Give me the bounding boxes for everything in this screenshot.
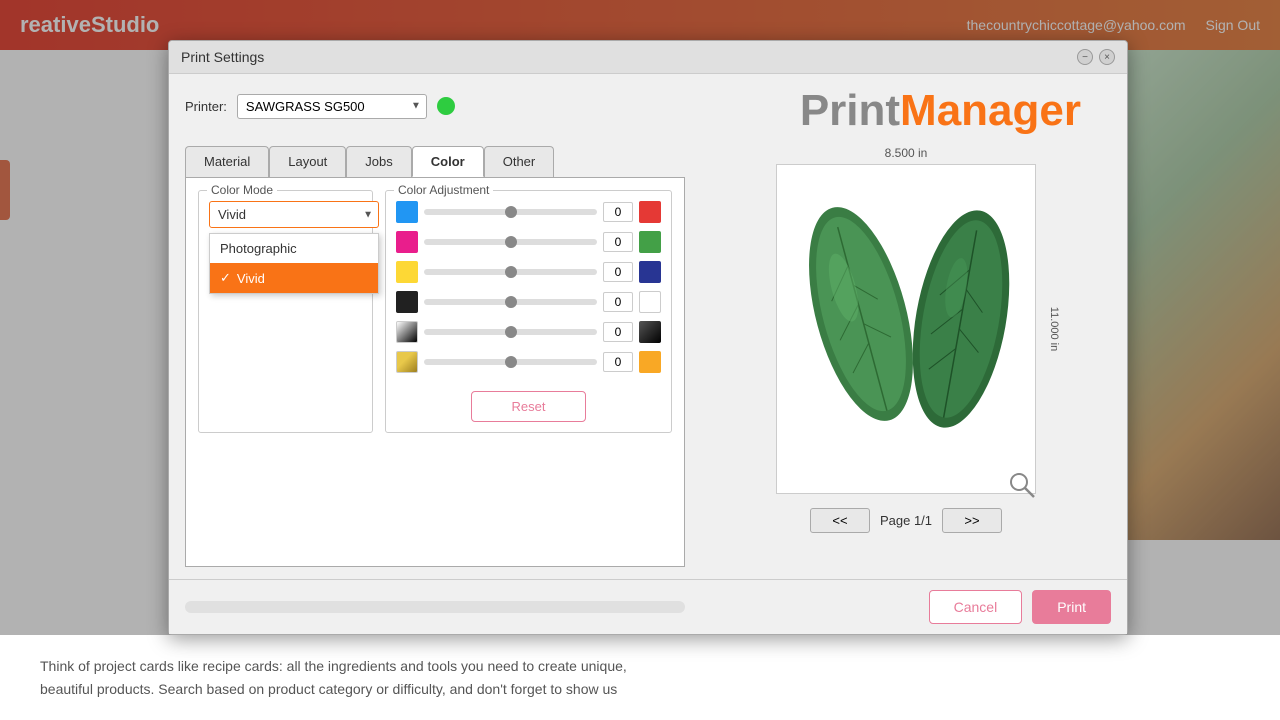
black-swatch — [396, 291, 418, 313]
preview-height-label: 11.000 in — [1048, 307, 1060, 351]
tab-material[interactable]: Material — [185, 146, 269, 177]
page-label: Page 1/1 — [880, 513, 932, 528]
color-mode-select[interactable]: Vivid Photographic — [209, 201, 379, 228]
color-mode-dropdown: Photographic ✓ Vivid — [209, 233, 379, 294]
black-white-value[interactable] — [603, 292, 633, 312]
print-manager-print: Print — [800, 86, 900, 135]
color-adjustment-section: Color Adjustment — [385, 190, 672, 433]
color-row-magenta-green — [396, 231, 661, 253]
color-row-cyan-red — [396, 201, 661, 223]
cyan-red-slider[interactable] — [424, 209, 597, 215]
orange-swatch — [639, 351, 661, 373]
prev-page-button[interactable]: << — [810, 508, 870, 533]
footer-buttons: Cancel Print — [929, 590, 1111, 624]
tab-jobs[interactable]: Jobs — [346, 146, 411, 177]
color-row-yellow-blue — [396, 261, 661, 283]
gray-left-swatch — [396, 321, 418, 343]
green-swatch — [639, 231, 661, 253]
print-button[interactable]: Print — [1032, 590, 1111, 624]
gold-left-swatch — [396, 351, 418, 373]
cyan-red-value[interactable] — [603, 202, 633, 222]
yellow-swatch — [396, 261, 418, 283]
tab-content: Color Mode Vivid Photographic ▼ Photogra… — [185, 177, 685, 567]
red-swatch — [639, 201, 661, 223]
zoom-icon[interactable] — [1008, 471, 1036, 504]
printer-row: Printer: SAWGRASS SG500 ▼ — [185, 94, 455, 119]
black-white-slider[interactable] — [424, 299, 597, 305]
dialog-titlebar: Print Settings − × — [169, 41, 1127, 74]
color-row-black-white — [396, 291, 661, 313]
right-panel: 8.500 in — [701, 146, 1111, 533]
cyan-swatch — [396, 201, 418, 223]
gray-slider[interactable] — [424, 329, 597, 335]
color-mode-legend: Color Mode — [207, 183, 277, 197]
tab-color[interactable]: Color — [412, 146, 484, 177]
bg-text-line2: beautiful products. Search based on prod… — [40, 681, 617, 697]
next-page-button[interactable]: >> — [942, 508, 1002, 533]
page-nav: << Page 1/1 >> — [810, 508, 1002, 533]
magenta-green-value[interactable] — [603, 232, 633, 252]
magenta-green-slider[interactable] — [424, 239, 597, 245]
color-mode-select-wrapper: Vivid Photographic ▼ Photographic ✓ Vi — [209, 201, 379, 228]
preview-container — [776, 164, 1036, 494]
color-row-gray — [396, 321, 661, 343]
progress-bar — [185, 601, 685, 613]
tab-layout[interactable]: Layout — [269, 146, 346, 177]
tabs: Material Layout Jobs Color Other — [185, 146, 685, 177]
dialog-footer: Cancel Print — [169, 579, 1127, 634]
tab-other[interactable]: Other — [484, 146, 555, 177]
magenta-swatch — [396, 231, 418, 253]
reset-button[interactable]: Reset — [471, 391, 587, 422]
gold-value[interactable] — [603, 352, 633, 372]
print-settings-dialog: Print Settings − × Printer: SAWGRASS SG5… — [168, 40, 1128, 635]
background-content: Think of project cards like recipe cards… — [0, 635, 1280, 720]
printer-select-wrapper: SAWGRASS SG500 ▼ — [237, 94, 427, 119]
white-swatch — [639, 291, 661, 313]
printer-select[interactable]: SAWGRASS SG500 — [237, 94, 427, 119]
bg-text-line1: Think of project cards like recipe cards… — [40, 658, 627, 674]
dialog-body: Printer: SAWGRASS SG500 ▼ PrintManager M… — [169, 74, 1127, 579]
dialog-title: Print Settings — [181, 49, 264, 65]
yellow-blue-slider[interactable] — [424, 269, 597, 275]
color-row-gold-orange — [396, 351, 661, 373]
checkmark-icon: ✓ — [220, 270, 231, 286]
color-mode-section: Color Mode Vivid Photographic ▼ Photogra… — [198, 190, 373, 433]
gray-right-swatch — [639, 321, 661, 343]
gold-slider[interactable] — [424, 359, 597, 365]
preview-width-label: 8.500 in — [885, 146, 928, 160]
gray-value[interactable] — [603, 322, 633, 342]
dialog-controls: − × — [1077, 49, 1115, 65]
dropdown-photographic[interactable]: Photographic — [210, 234, 378, 263]
cancel-button[interactable]: Cancel — [929, 590, 1023, 624]
minimize-button[interactable]: − — [1077, 49, 1093, 65]
preview-image — [786, 174, 1026, 484]
printer-label: Printer: — [185, 99, 227, 114]
left-panel: Material Layout Jobs Color Other Color M… — [185, 146, 685, 567]
color-adjustment-legend: Color Adjustment — [394, 183, 493, 197]
main-panels: Material Layout Jobs Color Other Color M… — [185, 146, 1111, 567]
yellow-blue-value[interactable] — [603, 262, 633, 282]
close-button[interactable]: × — [1099, 49, 1115, 65]
printer-status-dot — [437, 97, 455, 115]
print-manager-manager: Manager — [900, 86, 1081, 135]
blue-swatch — [639, 261, 661, 283]
dropdown-vivid[interactable]: ✓ Vivid — [210, 263, 378, 293]
